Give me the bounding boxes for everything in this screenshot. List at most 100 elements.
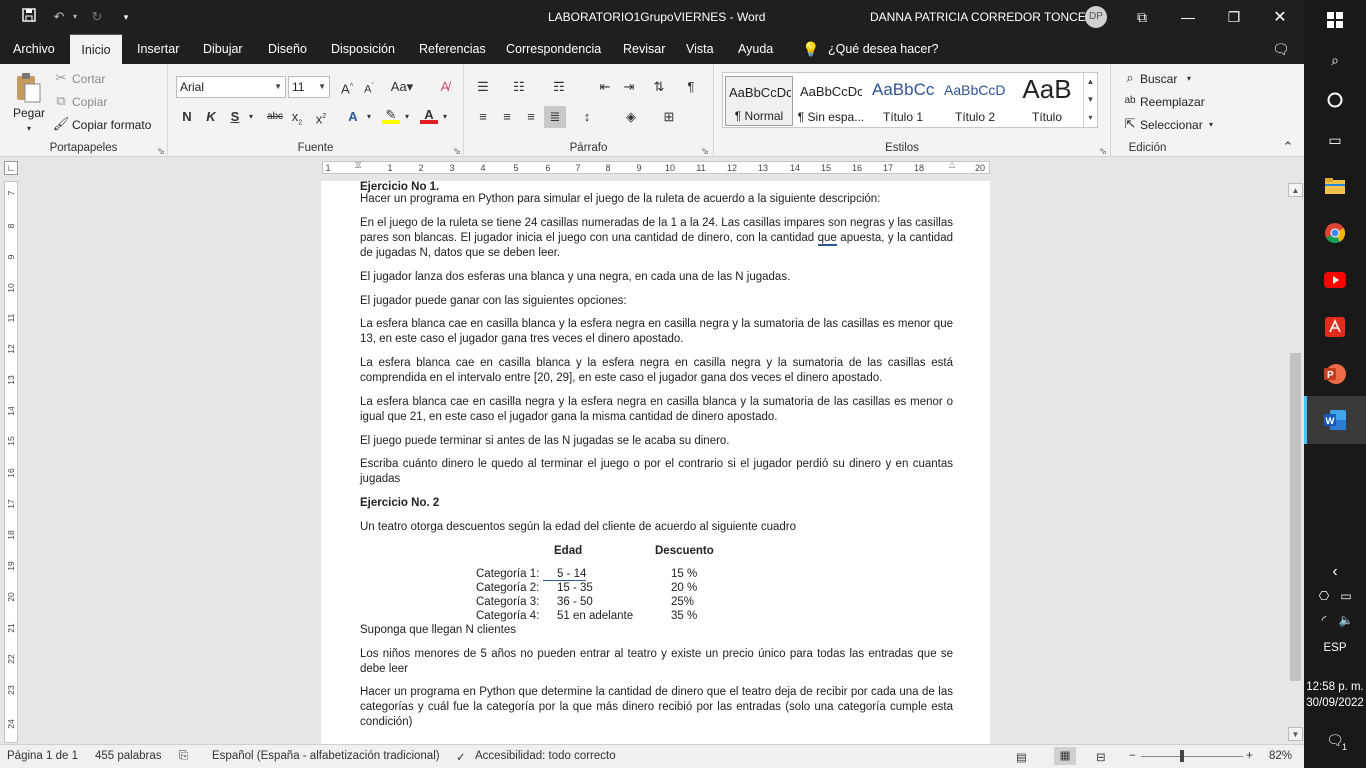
read-mode-icon[interactable]: ▤ xyxy=(1016,750,1027,764)
copy-icon[interactable]: ⧉ xyxy=(52,92,70,110)
font-color-dropdown-icon[interactable]: ▾ xyxy=(436,108,454,126)
subscript-icon[interactable]: x2 xyxy=(288,108,306,127)
user-name[interactable]: DANNA PATRICIA CORREDOR TONCEL xyxy=(870,10,1093,24)
align-center-icon[interactable]: ≡ xyxy=(498,108,516,126)
search-icon[interactable]: ⌕ xyxy=(1323,48,1347,72)
page-count[interactable]: Página 1 de 1 xyxy=(7,750,78,762)
tab-ayuda[interactable]: Ayuda xyxy=(738,34,773,64)
italic-icon[interactable]: K xyxy=(202,108,220,126)
borders-icon[interactable]: ⊞ xyxy=(660,108,678,126)
chevron-left-icon[interactable]: ‹ xyxy=(1323,560,1347,584)
input-language[interactable]: ESP xyxy=(1304,642,1366,654)
powerpoint-icon[interactable]: P xyxy=(1323,362,1347,386)
horizontal-ruler[interactable]: 1 1 2 3 4 5 6 7 8 9 10 11 12 13 14 15 16 17 18 20 ▽ △ △ xyxy=(322,160,990,174)
format-painter-icon[interactable]: 🖌 xyxy=(52,115,70,133)
undo-dropdown-icon[interactable]: ▾ xyxy=(66,8,84,26)
language-indicator[interactable]: Español (España - alfabetización tradici… xyxy=(212,750,440,762)
web-layout-icon[interactable]: ⊟ xyxy=(1096,750,1106,764)
superscript-icon[interactable]: x2 xyxy=(312,108,330,126)
clear-formatting-icon[interactable]: A̸ xyxy=(436,78,454,96)
file-explorer-icon[interactable] xyxy=(1323,174,1347,198)
meet-now-icon[interactable]: ⎔ xyxy=(1312,584,1336,608)
print-layout-icon[interactable]: ▦ xyxy=(1054,747,1076,765)
select-button[interactable]: Seleccionar xyxy=(1140,118,1203,132)
close-button[interactable]: ✕ xyxy=(1257,0,1303,34)
volume-icon[interactable]: 🔈 xyxy=(1334,608,1358,632)
shading-icon[interactable]: ◈ xyxy=(622,108,640,126)
style-heading-1[interactable]: AaBbCc Título 1 xyxy=(869,76,937,126)
tracked-change-underline[interactable]: 5 - 14 xyxy=(543,568,587,581)
text-effects-dropdown-icon[interactable]: ▾ xyxy=(360,108,378,126)
replace-button[interactable]: Reemplazar xyxy=(1140,95,1205,109)
scroll-thumb[interactable] xyxy=(1290,353,1301,681)
show-formatting-icon[interactable]: ¶ xyxy=(682,78,700,96)
grow-font-icon[interactable]: A^ xyxy=(338,78,356,96)
ribbon-display-options-icon[interactable]: ⧉ xyxy=(1119,0,1165,34)
tab-diseno[interactable]: Diseño xyxy=(268,34,307,64)
change-case-icon[interactable]: Aa▾ xyxy=(390,78,414,96)
search-icon[interactable]: ⌕ xyxy=(1121,69,1139,87)
tab-insertar[interactable]: Insertar xyxy=(137,34,179,64)
save-icon[interactable] xyxy=(20,8,38,26)
cut-button[interactable]: Cortar xyxy=(72,72,105,86)
underline-dropdown-icon[interactable]: ▾ xyxy=(242,108,260,126)
chevron-down-icon[interactable]: ▼ xyxy=(1084,91,1097,109)
shrink-font-icon[interactable]: Aˇ xyxy=(360,78,378,96)
justify-icon[interactable]: ≣ xyxy=(544,106,566,128)
style-heading-2[interactable]: AaBbCcD Título 2 xyxy=(941,76,1009,126)
find-button[interactable]: Buscar xyxy=(1140,72,1177,86)
chevron-up-icon[interactable]: ▲ xyxy=(1084,73,1097,91)
font-name-combo[interactable]: Arial ▼ xyxy=(176,76,286,98)
zoom-slider[interactable] xyxy=(1141,750,1243,762)
tab-vista[interactable]: Vista xyxy=(686,34,714,64)
sort-icon[interactable]: ⇅ xyxy=(650,78,668,96)
tab-referencias[interactable]: Referencias xyxy=(419,34,486,64)
copy-button[interactable]: Copiar xyxy=(72,95,107,109)
vertical-scrollbar[interactable]: ▲ ▼ xyxy=(1288,181,1303,743)
font-size-combo[interactable]: 11 ▼ xyxy=(288,76,330,98)
tab-dibujar[interactable]: Dibujar xyxy=(203,34,243,64)
tab-selector-icon[interactable]: ∟ xyxy=(4,161,18,175)
line-spacing-icon[interactable]: ↕ xyxy=(578,108,596,126)
accessibility-icon[interactable]: ✓ xyxy=(456,750,466,764)
scroll-down-icon[interactable]: ▼ xyxy=(1288,727,1303,741)
accessibility-status[interactable]: Accesibilidad: todo correcto xyxy=(475,750,616,762)
zoom-slider-thumb[interactable] xyxy=(1180,750,1184,762)
windows-start-icon[interactable] xyxy=(1323,8,1347,32)
find-dropdown-icon[interactable]: ▾ xyxy=(1180,70,1198,88)
tab-disposicion[interactable]: Disposición xyxy=(331,34,395,64)
increase-indent-icon[interactable]: ⇥ xyxy=(620,78,638,96)
restore-button[interactable]: ❐ xyxy=(1211,0,1257,34)
style-title[interactable]: AaB Título xyxy=(1013,74,1081,126)
clock-time[interactable]: 12:58 p. m. xyxy=(1304,681,1366,693)
cortana-icon[interactable] xyxy=(1323,88,1347,112)
decrease-indent-icon[interactable]: ⇤ xyxy=(596,78,614,96)
tab-archivo[interactable]: Archivo xyxy=(13,34,55,64)
style-normal[interactable]: AaBbCcDc ¶ Normal xyxy=(725,76,793,126)
chrome-icon[interactable] xyxy=(1323,221,1347,245)
select-dropdown-icon[interactable]: ▾ xyxy=(1202,116,1220,134)
tell-me-box[interactable]: ¿Qué desea hacer? xyxy=(828,34,939,64)
highlight-dropdown-icon[interactable]: ▾ xyxy=(398,108,416,126)
paste-button[interactable]: Pegar xyxy=(13,106,45,120)
acrobat-icon[interactable] xyxy=(1323,315,1347,339)
customize-qat-icon[interactable]: ▾ xyxy=(117,8,135,26)
redo-icon[interactable]: ↻ xyxy=(88,8,106,26)
numbering-icon[interactable]: ☷ xyxy=(510,78,528,96)
strikethrough-icon[interactable]: abc xyxy=(264,108,286,126)
zoom-out-icon[interactable]: − xyxy=(1129,750,1136,762)
replace-icon[interactable]: ab xyxy=(1121,92,1139,110)
proofing-icon[interactable]: ⎘ xyxy=(179,750,188,763)
youtube-icon[interactable] xyxy=(1323,268,1347,292)
multilevel-list-icon[interactable]: ☶ xyxy=(550,78,568,96)
align-left-icon[interactable]: ≡ xyxy=(474,108,492,126)
vertical-ruler[interactable]: 7 8 9 10 11 12 13 14 15 16 17 18 19 20 21 22 23 24 xyxy=(4,181,18,743)
zoom-level[interactable]: 82% xyxy=(1269,750,1292,762)
tab-inicio[interactable]: Inicio xyxy=(70,34,122,64)
more-styles-icon[interactable]: ▾ xyxy=(1084,109,1097,127)
comments-icon[interactable]: 🗨 xyxy=(1272,34,1290,64)
grammar-flag[interactable]: que xyxy=(817,232,837,246)
format-painter-button[interactable]: Copiar formato xyxy=(72,118,151,132)
scroll-up-icon[interactable]: ▲ xyxy=(1288,183,1303,197)
document-page[interactable]: Ejercicio No 1. Hacer un programa en Pyt… xyxy=(321,181,990,745)
